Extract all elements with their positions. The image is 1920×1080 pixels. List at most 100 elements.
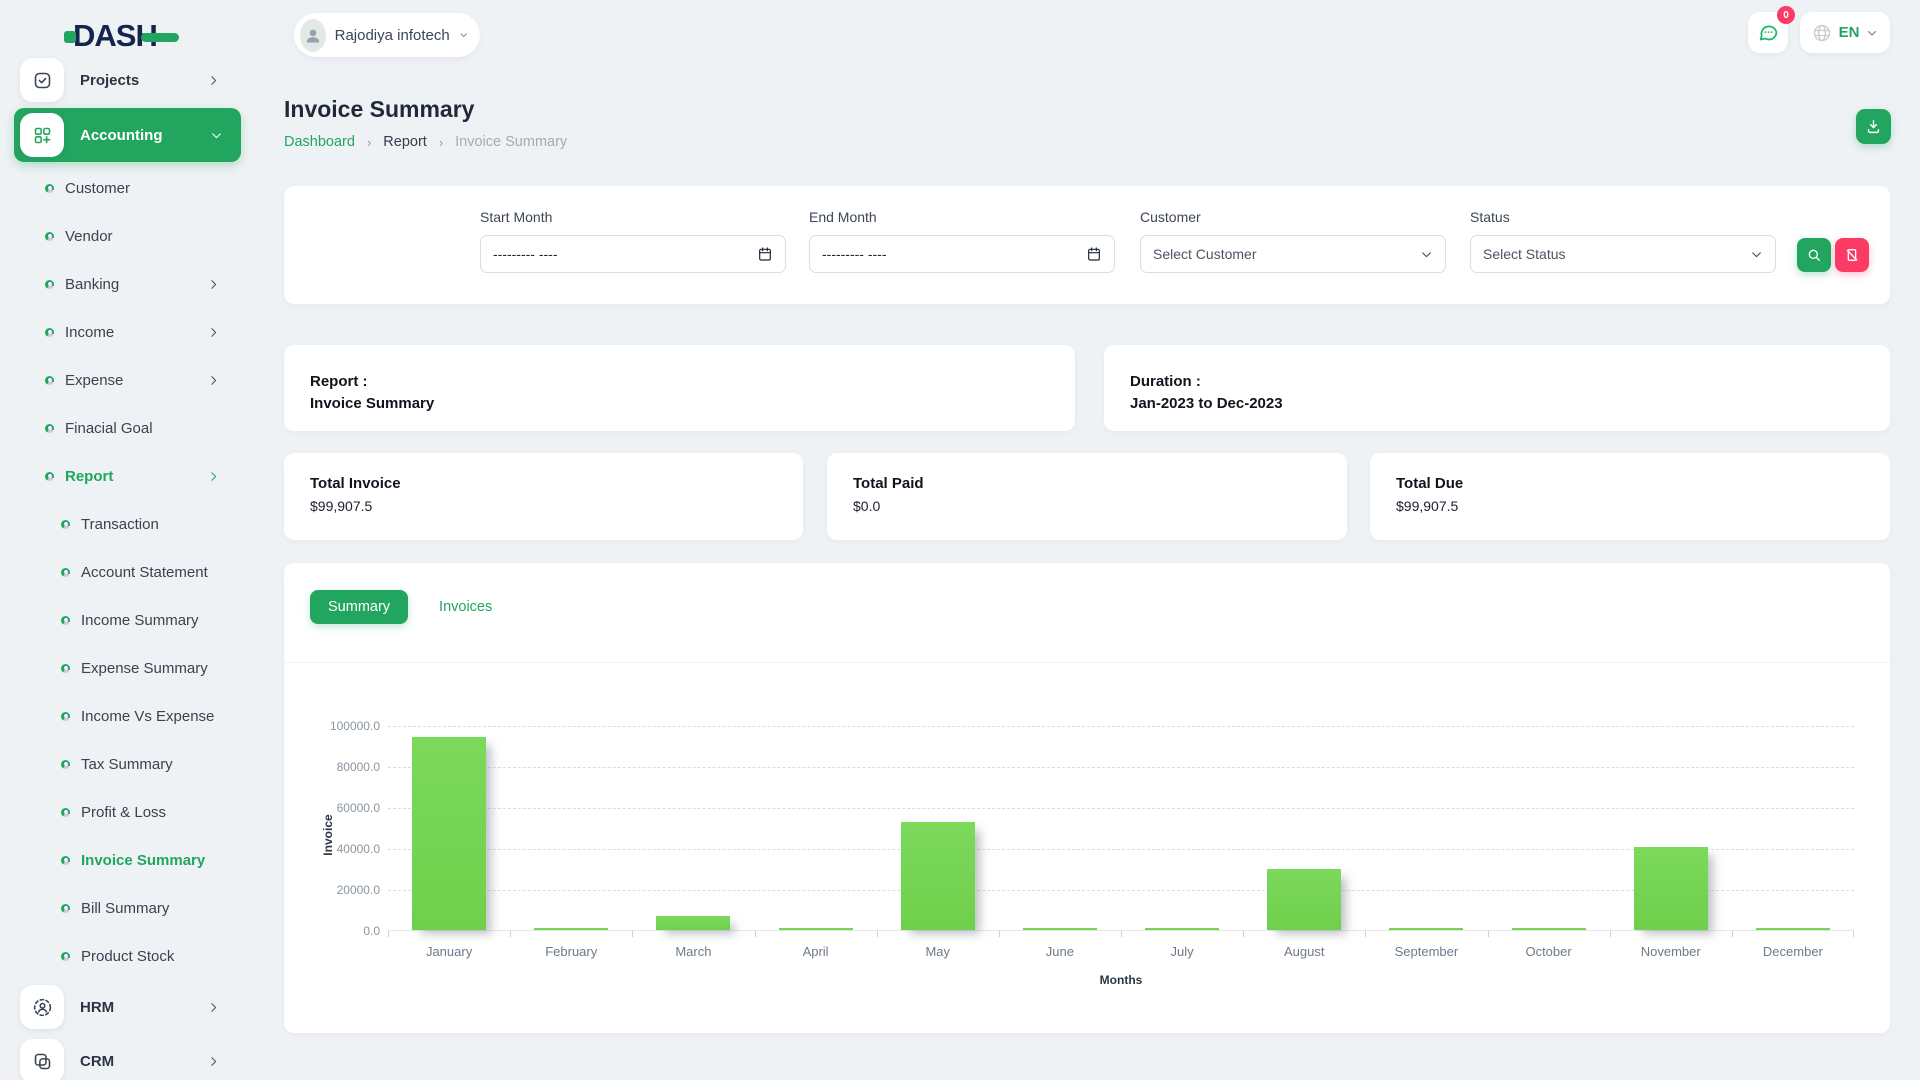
sidebar-item-income-summary[interactable]: Income Summary <box>17 596 238 644</box>
page-title: Invoice Summary <box>284 96 474 123</box>
sidebar-item-bill-summary[interactable]: Bill Summary <box>17 884 238 932</box>
x-axis-label-january: January <box>388 944 510 959</box>
download-button[interactable] <box>1856 109 1891 144</box>
company-selector[interactable]: Rajodiya infotech <box>294 13 480 57</box>
bullet-icon <box>45 184 54 193</box>
y-axis-tick-label: 100000.0 <box>292 719 380 733</box>
filter-card: Start Month --------- ---- End Month ---… <box>284 186 1890 304</box>
sidebar-item-crm[interactable]: CRM <box>17 1034 238 1080</box>
end-month-input[interactable]: --------- ---- <box>809 235 1115 273</box>
tab-invoices[interactable]: Invoices <box>421 590 510 624</box>
person-icon <box>303 25 323 45</box>
bar-december <box>1756 928 1830 930</box>
bar-september <box>1389 928 1463 930</box>
sidebar-item-product-stock[interactable]: Product Stock <box>17 932 238 980</box>
sidebar-item-income-vs-expense[interactable]: Income Vs Expense <box>17 692 238 740</box>
tab-summary[interactable]: Summary <box>310 590 408 624</box>
app-root: DASH Rajodiya infotech 0 EN ProjectsAcco… <box>0 0 1920 1080</box>
sidebar-item-expense-summary[interactable]: Expense Summary <box>17 644 238 692</box>
sidebar-item-label: Vendor <box>65 228 113 245</box>
breadcrumb-dashboard[interactable]: Dashboard <box>284 134 355 150</box>
hrm-icon <box>20 985 64 1029</box>
end-month-label: End Month <box>809 209 1115 225</box>
start-month-input[interactable]: --------- ---- <box>480 235 786 273</box>
x-axis-label-may: May <box>877 944 999 959</box>
y-axis-tick-label: 80000.0 <box>292 760 380 774</box>
x-axis-label-december: December <box>1732 944 1854 959</box>
sidebar-item-label: Income <box>65 324 114 341</box>
bar-may <box>901 822 975 930</box>
sidebar-item-label: Customer <box>65 180 130 197</box>
sidebar-item-label: Expense Summary <box>81 660 208 677</box>
notification-badge: 0 <box>1777 6 1795 24</box>
x-axis-tick <box>632 931 633 937</box>
x-axis-tick <box>1243 931 1244 937</box>
chevron-right-icon <box>207 278 220 291</box>
sidebar-item-label: Projects <box>80 72 139 89</box>
chat-icon <box>1758 22 1779 43</box>
chevron-right-icon <box>207 74 220 87</box>
sidebar-item-label: Transaction <box>81 516 159 533</box>
bar-march <box>656 916 730 930</box>
sidebar-item-vendor[interactable]: Vendor <box>17 212 238 260</box>
x-axis-tick <box>999 931 1000 937</box>
bar-slot-august <box>1243 725 1365 930</box>
sidebar-item-finacial-goal[interactable]: Finacial Goal <box>17 404 238 452</box>
sidebar-item-label: Report <box>65 468 113 485</box>
breadcrumb-report[interactable]: Report <box>383 134 427 150</box>
sidebar-item-label: Invoice Summary <box>81 852 205 869</box>
chevron-down-icon <box>1420 248 1433 261</box>
search-button[interactable] <box>1797 238 1831 272</box>
reset-filter-button[interactable] <box>1835 238 1869 272</box>
sidebar-item-transaction[interactable]: Transaction <box>17 500 238 548</box>
customer-select[interactable]: Select Customer <box>1140 235 1446 273</box>
messages-button[interactable]: 0 <box>1748 12 1788 53</box>
bar-slot-october <box>1488 725 1610 930</box>
x-axis-label-july: July <box>1121 944 1243 959</box>
sidebar-item-accounting[interactable]: Accounting <box>14 108 241 162</box>
bullet-icon <box>61 664 70 673</box>
sidebar-item-account-statement[interactable]: Account Statement <box>17 548 238 596</box>
bar-june <box>1023 928 1097 930</box>
x-axis-tick <box>1732 931 1733 937</box>
bar-august <box>1267 869 1341 931</box>
bullet-icon <box>61 952 70 961</box>
stat-value: $99,907.5 <box>1396 498 1864 514</box>
y-axis-tick-label: 60000.0 <box>292 801 380 815</box>
sidebar-item-expense[interactable]: Expense <box>17 356 238 404</box>
bullet-icon <box>45 328 54 337</box>
sidebar-item-invoice-summary[interactable]: Invoice Summary <box>17 836 238 884</box>
bar-slot-january <box>388 725 510 930</box>
sidebar-item-banking[interactable]: Banking <box>17 260 238 308</box>
sidebar-item-tax-summary[interactable]: Tax Summary <box>17 740 238 788</box>
stat-card-total-paid: Total Paid$0.0 <box>827 453 1347 540</box>
sidebar-item-hrm[interactable]: HRM <box>17 980 238 1034</box>
sidebar-item-customer[interactable]: Customer <box>17 164 238 212</box>
status-select[interactable]: Select Status <box>1470 235 1776 273</box>
tabs: Summary Invoices <box>310 590 510 624</box>
sidebar-item-report[interactable]: Report <box>17 452 238 500</box>
header-actions: 0 EN <box>1748 12 1890 53</box>
sidebar-item-label: Income Summary <box>81 612 199 629</box>
language-selector[interactable]: EN <box>1800 12 1890 53</box>
x-axis-tick <box>1853 931 1854 937</box>
stat-value: $99,907.5 <box>310 498 777 514</box>
sidebar-item-projects[interactable]: Projects <box>17 53 238 107</box>
sidebar-item-profit-loss[interactable]: Profit & Loss <box>17 788 238 836</box>
x-axis-label-march: March <box>632 944 754 959</box>
sidebar-item-label: Accounting <box>80 127 163 144</box>
bar-slot-june <box>999 725 1121 930</box>
accounting-icon <box>20 113 64 157</box>
clear-filter-icon <box>1844 247 1860 263</box>
bar-october <box>1512 928 1586 930</box>
breadcrumb-separator: › <box>367 135 371 150</box>
sidebar-item-label: Finacial Goal <box>65 420 153 437</box>
breadcrumb-separator: › <box>439 135 443 150</box>
y-axis-tick-label: 40000.0 <box>292 842 380 856</box>
bar-slot-september <box>1365 725 1487 930</box>
bar-january <box>412 737 486 930</box>
sidebar-item-label: Bill Summary <box>81 900 169 917</box>
bar-slot-april <box>755 725 877 930</box>
sidebar-item-label: CRM <box>80 1053 114 1070</box>
sidebar-item-income[interactable]: Income <box>17 308 238 356</box>
